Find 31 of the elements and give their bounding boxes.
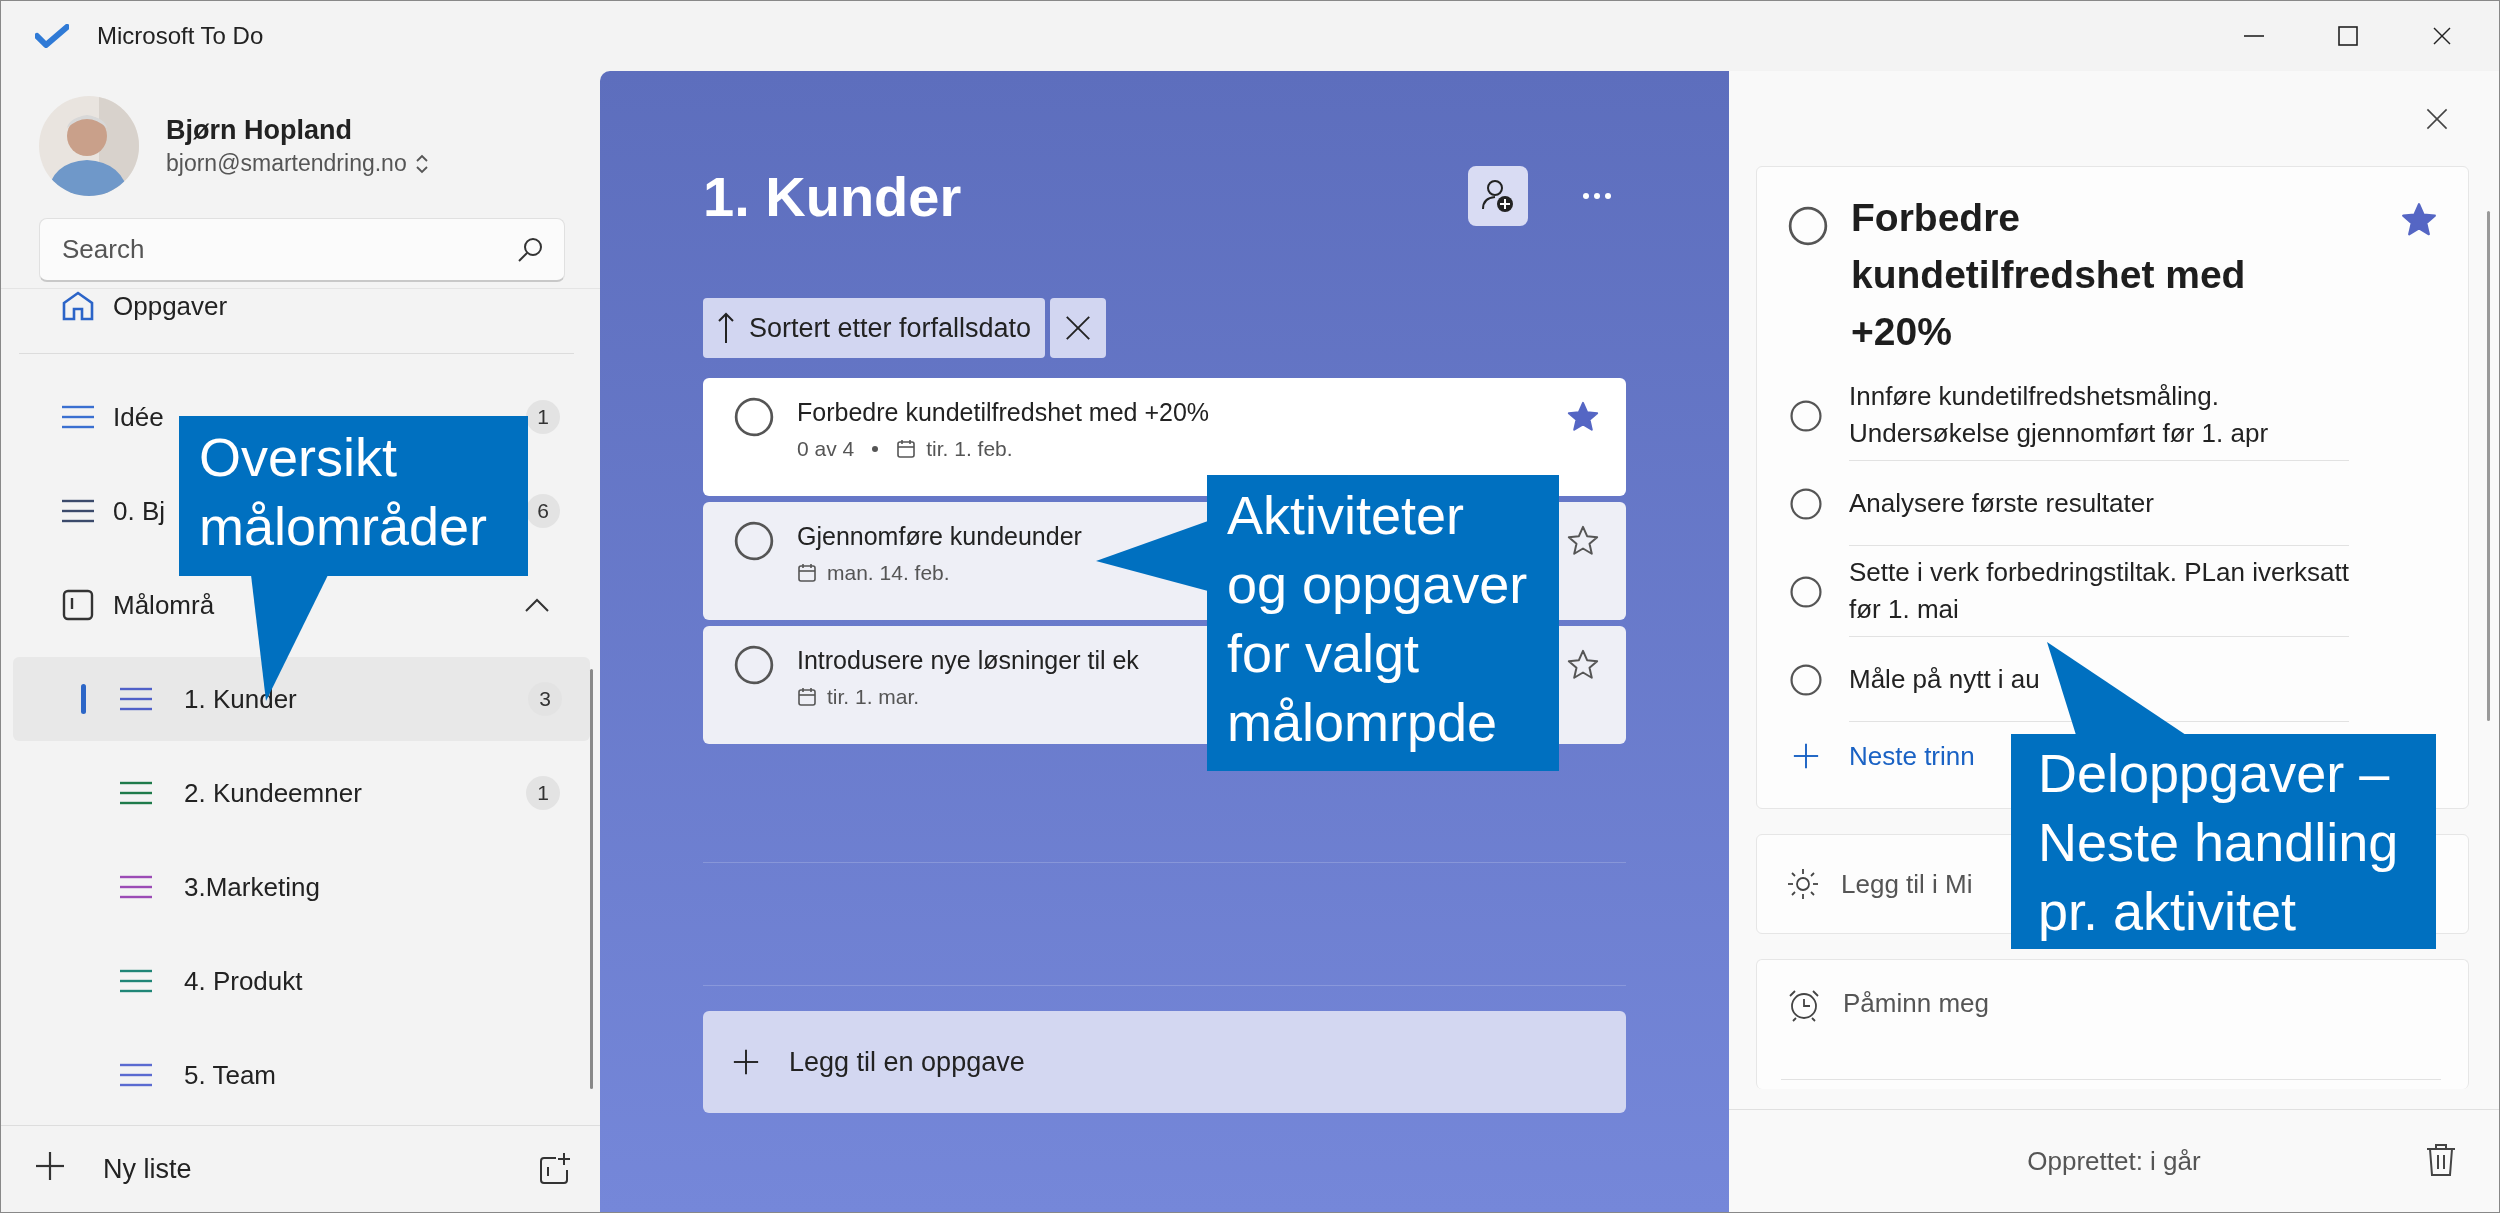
count-badge: 3 <box>528 682 562 716</box>
list-title: 1. Kunder <box>703 163 963 229</box>
task-title: Forbedre kundetilfredshet med +20% <box>797 398 1210 427</box>
sidebar-item-label: 5. Team <box>184 1059 276 1091</box>
task-title: Forbedre kundetilfredshet med +20% <box>1851 195 2247 355</box>
step-text: Sette i verk forbedringstiltak. PLan iverksatt før 1. mai <box>1849 546 2349 637</box>
callout-tooltip: Aktiviteter og oppgaver for valgt målomrpde <box>1207 475 1559 771</box>
count-badge: 6 <box>526 494 560 528</box>
callout-tooltip: Oversikt målområder <box>179 416 528 576</box>
due-date: tir. 1. mar. <box>827 685 920 709</box>
task-title: Introdusere nye løsninger til ek <box>797 646 1139 675</box>
sidebar-item-label: 1. Kunder <box>184 683 297 715</box>
sidebar-item-label: 3.Marketing <box>184 871 320 903</box>
user-name: Bjørn Hopland <box>166 115 353 146</box>
sidebar-item-label: 2. Kundeemner <box>184 777 362 809</box>
created-date: Opprettet: i går <box>2027 1145 2201 1177</box>
user-email: bjorn@smartendring.no <box>166 150 407 177</box>
sidebar-item-label: 4. Produkt <box>184 965 303 997</box>
step-text: Analysere første resultater <box>1849 461 2349 546</box>
task-title: Gjennomføre kundeunder <box>797 522 1082 551</box>
count-badge: 1 <box>526 776 560 810</box>
sidebar-item-label: Oppgaver <box>113 290 228 322</box>
sidebar-item-label: 0. Bj <box>113 495 166 527</box>
step-text: Innføre kundetilfredshetsmåling. Undersøkelse gjennomført før 1. apr <box>1849 370 2349 461</box>
step-count: 0 av 4 <box>797 437 855 461</box>
sidebar-item-label: Idée <box>113 401 164 433</box>
due-date: man. 14. feb. <box>827 561 950 585</box>
window-title: Microsoft To Do <box>97 22 264 50</box>
due-date: tir. 1. feb. <box>926 437 1013 461</box>
sidebar-item-label: Målområ <box>113 589 215 621</box>
count-badge: 1 <box>526 400 560 434</box>
